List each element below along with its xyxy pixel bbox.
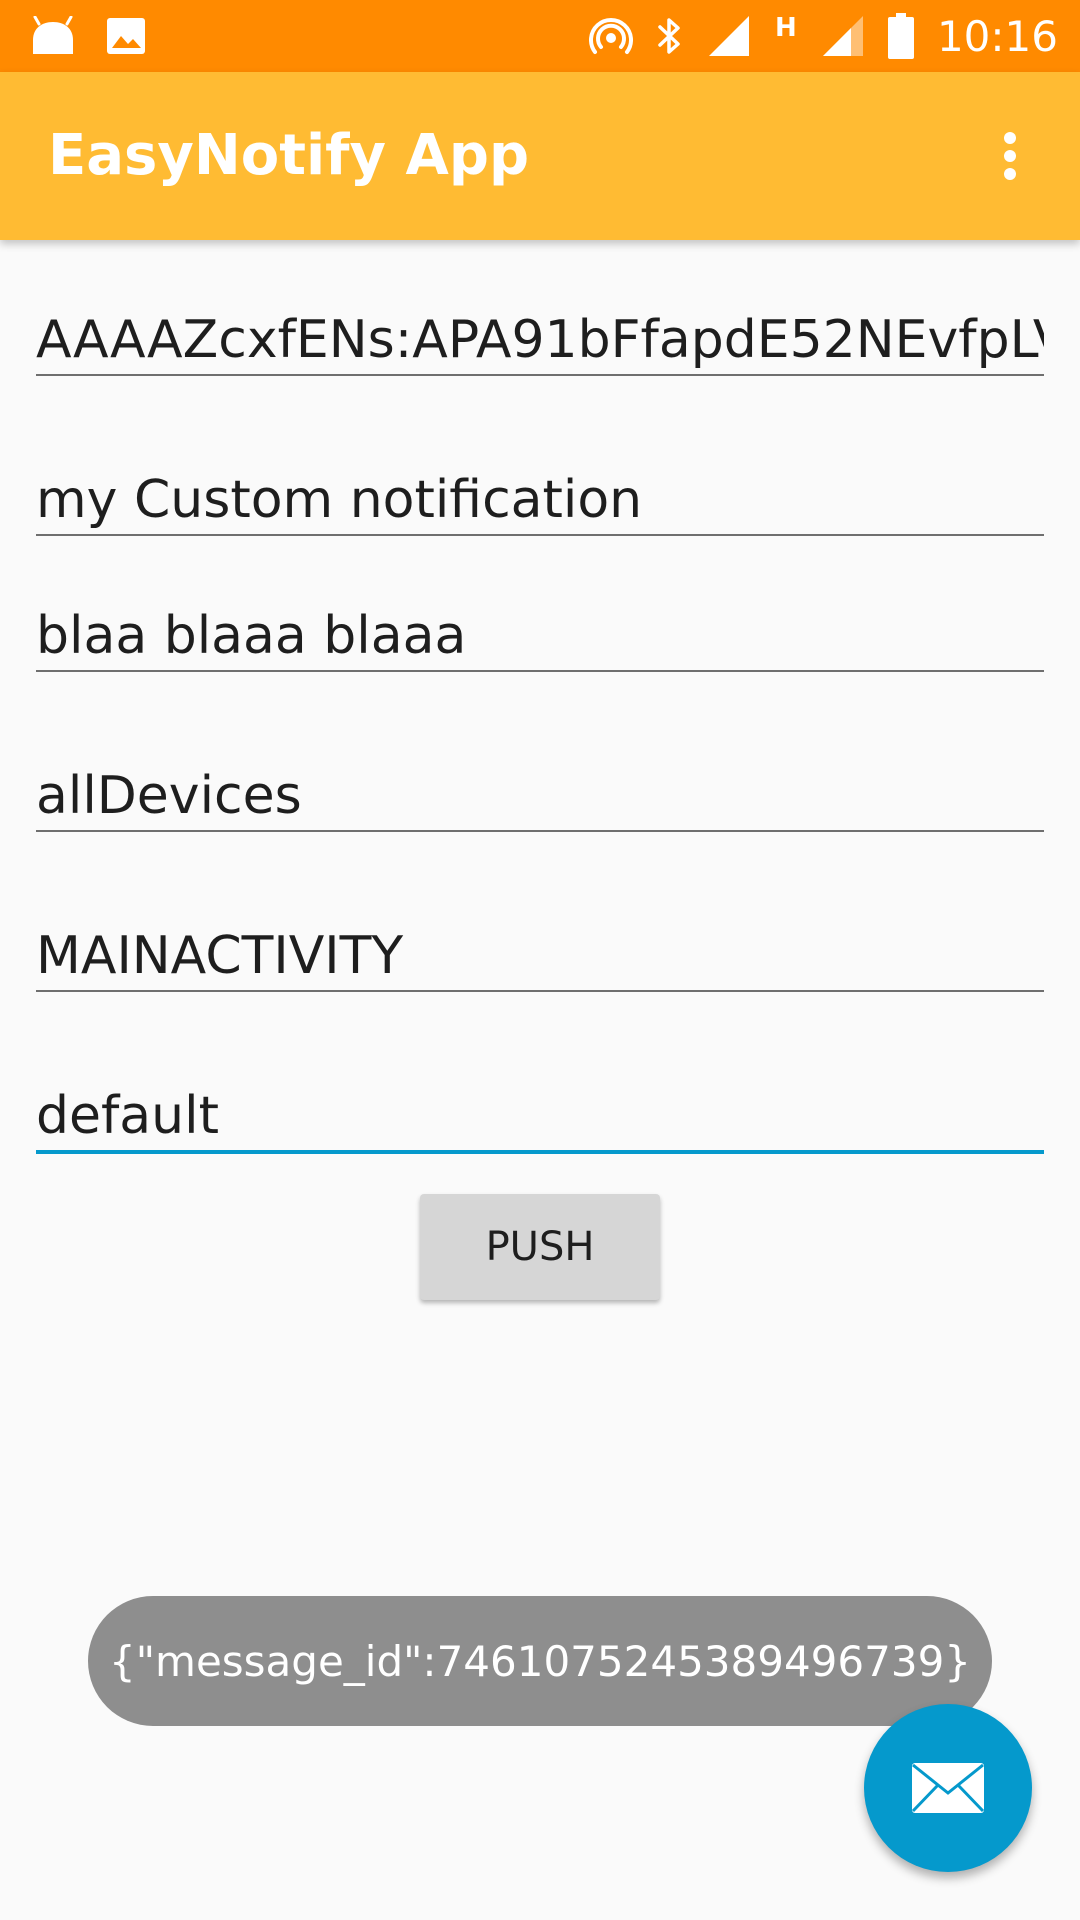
overflow-menu-button[interactable]	[970, 116, 1050, 196]
server-key-field-wrapper	[36, 294, 1044, 376]
topic-field-wrapper	[36, 750, 1044, 832]
push-button[interactable]: PUSH	[420, 1194, 660, 1300]
title-field-wrapper	[36, 454, 1044, 536]
status-bar-left	[30, 12, 146, 60]
message-field-wrapper	[36, 590, 1044, 672]
more-vert-icon	[1004, 132, 1016, 180]
sound-field[interactable]	[36, 1086, 1044, 1146]
clock: 10:16	[936, 11, 1058, 61]
android-icon	[30, 16, 76, 56]
signal-weak-icon	[821, 14, 865, 58]
image-icon	[106, 16, 146, 56]
send-mail-fab[interactable]	[864, 1704, 1032, 1872]
activity-field-wrapper	[36, 910, 1044, 992]
activity-field[interactable]	[36, 926, 1044, 986]
hotspot-icon	[589, 14, 633, 58]
signal-icon	[707, 14, 751, 58]
toast-message: {"message_id":7461075245389496739}	[88, 1596, 992, 1726]
sound-field-wrapper	[36, 1070, 1044, 1154]
notification-message-field[interactable]	[36, 606, 1044, 666]
toast-text: {"message_id":7461075245389496739}	[108, 1636, 972, 1686]
topic-field[interactable]	[36, 766, 1044, 826]
status-bar: H 10:16	[0, 0, 1080, 72]
mail-icon	[911, 1763, 985, 1813]
bluetooth-icon	[655, 14, 685, 58]
h-network-icon: H	[773, 14, 799, 58]
app-title: EasyNotify App	[48, 123, 530, 188]
svg-text:H: H	[775, 14, 797, 43]
status-bar-right: H 10:16	[589, 0, 1058, 72]
server-key-field[interactable]	[36, 310, 1044, 370]
app-bar: EasyNotify App	[0, 72, 1080, 240]
battery-icon	[887, 12, 915, 60]
notification-title-field[interactable]	[36, 470, 1044, 530]
